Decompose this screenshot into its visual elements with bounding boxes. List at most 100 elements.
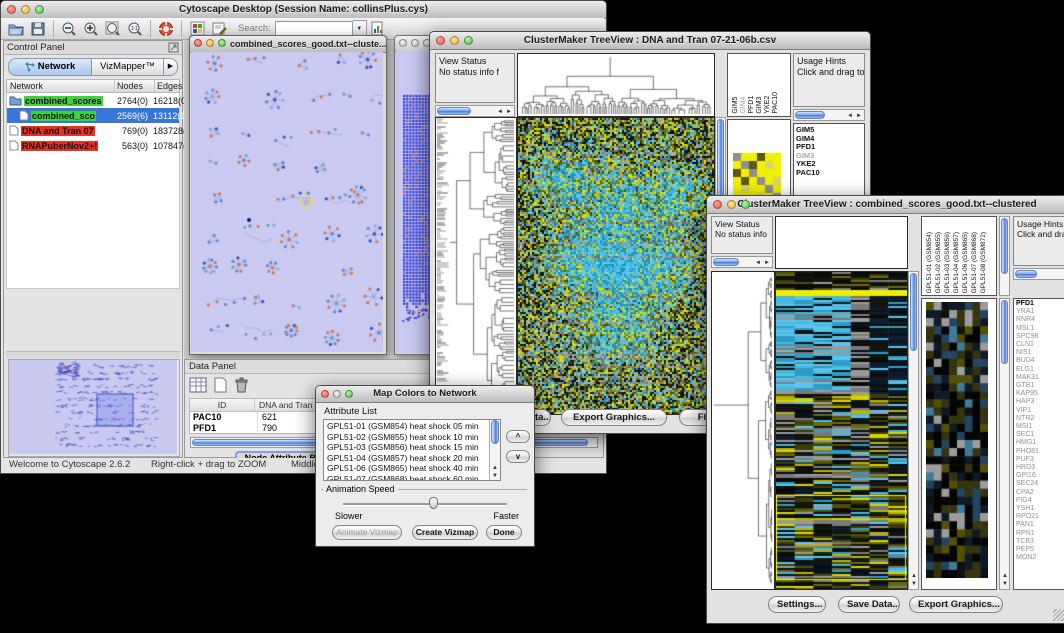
network-overview-canvas[interactable] — [9, 360, 177, 454]
gene-label[interactable]: MON2 — [1016, 554, 1064, 562]
correlation-matrix-canvas[interactable] — [733, 153, 781, 201]
gene-label[interactable]: GTB1 — [1016, 382, 1064, 390]
row-dendrogram-canvas[interactable] — [436, 118, 516, 414]
usage-hints-hscrollbar[interactable]: ◄ ► — [793, 109, 865, 121]
close-icon[interactable] — [321, 390, 329, 398]
gene-label[interactable]: ELG1 — [1016, 366, 1064, 374]
network-window-1-titlebar[interactable]: combined_scores_good.txt--cluste... — [190, 36, 386, 53]
minimize-icon[interactable] — [450, 36, 459, 45]
heatmap-column-label[interactable]: GPL51-04 (GSM857) — [952, 232, 961, 293]
column-header-nodes[interactable]: Nodes — [115, 80, 155, 92]
done-button[interactable]: Done — [486, 525, 522, 540]
zoom-window-icon[interactable] — [345, 390, 353, 398]
gene-label[interactable]: SEC1 — [1016, 431, 1064, 439]
row-dendrogram[interactable] — [711, 271, 775, 590]
close-icon[interactable] — [399, 39, 407, 47]
gene-label[interactable]: KAP95 — [1016, 390, 1064, 398]
open-file-icon[interactable] — [5, 19, 27, 39]
export-graphics-button[interactable]: Export Graphics... — [561, 409, 667, 426]
column-header-network[interactable]: Network — [7, 80, 115, 92]
gene-label[interactable]: HAP3 — [1016, 398, 1064, 406]
gene-label[interactable]: MAK31 — [1016, 374, 1064, 382]
scrollbar-thumb[interactable] — [1001, 218, 1008, 274]
close-icon[interactable] — [7, 5, 16, 14]
gene-label[interactable]: MSL1 — [1016, 325, 1064, 333]
zoom-heatmap-vscrollbar[interactable]: ▲ ▼ — [999, 298, 1010, 590]
network-overview[interactable] — [8, 359, 180, 457]
scroll-down-icon[interactable]: ▼ — [1002, 580, 1008, 588]
scroll-up-icon[interactable]: ▲ — [492, 464, 498, 472]
gene-label[interactable]: PFD1 — [1016, 300, 1064, 308]
attribute-list[interactable]: GPL51-01 (GSM854) heat shock 05 minGPL51… — [323, 419, 501, 481]
scroll-left-icon[interactable]: ◄ — [755, 259, 761, 267]
heatmap-canvas[interactable] — [518, 118, 714, 414]
gene-label[interactable]: CPA2 — [1016, 489, 1064, 497]
move-down-button[interactable]: v — [506, 450, 530, 463]
zoom-window-icon[interactable] — [741, 200, 750, 209]
matrix-row-label[interactable]: PAC10 — [796, 169, 864, 178]
panel-splitter[interactable] — [6, 351, 180, 358]
gene-label[interactable]: MSI1 — [1016, 423, 1064, 431]
heatmap-column-label[interactable]: GPL51-02 (GSM855) — [934, 232, 943, 293]
help-lifesaver-icon[interactable] — [155, 19, 177, 39]
scroll-up-icon[interactable]: ▲ — [911, 572, 917, 580]
zoom-window-icon[interactable] — [464, 36, 473, 45]
heatmap-column-label[interactable]: GPL51-03 (GSM856) — [943, 232, 952, 293]
heatmap-column-label[interactable]: GPL51-07 (GSM868) — [970, 232, 979, 293]
scrollbar-thumb[interactable] — [1015, 270, 1037, 278]
move-up-button[interactable]: ^ — [506, 430, 530, 443]
dialog-titlebar[interactable]: Map Colors to Network — [316, 386, 534, 403]
attribute-table-icon[interactable] — [189, 377, 207, 398]
resize-grip[interactable] — [1053, 609, 1064, 621]
zoom-window-icon[interactable] — [35, 5, 44, 14]
table-row-selected[interactable]: combined_sco 2569(6) 13112(15) — [7, 108, 179, 123]
scrollbar-thumb[interactable] — [491, 420, 499, 444]
treeview1-titlebar[interactable]: ClusterMaker TreeView : DNA and Tran 07-… — [430, 32, 870, 50]
column-header-id[interactable]: ID — [190, 399, 255, 411]
gene-label[interactable]: YRA1 — [1016, 308, 1064, 316]
column-dendrogram-canvas[interactable] — [518, 54, 714, 116]
table-row[interactable]: combined_scores 2764(0) 16218(0) — [7, 93, 179, 108]
network-view-canvas[interactable] — [191, 52, 383, 352]
zoom-fit-icon[interactable]: 1:1 — [124, 19, 146, 39]
gene-label[interactable]: HMG1 — [1016, 439, 1064, 447]
table-row[interactable]: DNA and Tran 07 769(0) 183728(0) — [7, 123, 179, 138]
column-dendrogram[interactable] — [517, 53, 715, 117]
heatmap-column-label[interactable]: GPL51-06 (GSM865) — [961, 232, 970, 293]
minimize-icon[interactable] — [21, 5, 30, 14]
gene-label[interactable]: YSH1 — [1016, 505, 1064, 513]
speed-slider-track[interactable] — [343, 503, 507, 506]
tab-overflow-button[interactable]: ▶ — [164, 58, 178, 76]
gene-label[interactable]: CLN1 — [1016, 341, 1064, 349]
tab-vizmapper[interactable]: VizMapper™ — [92, 58, 164, 76]
heatmap-vscrollbar[interactable]: ▲ ▼ — [908, 271, 919, 590]
heatmap-canvas[interactable] — [776, 272, 907, 589]
column-header-edges[interactable]: Edges — [155, 80, 183, 92]
gene-label[interactable]: TCB3 — [1016, 538, 1064, 546]
scroll-right-icon[interactable]: ► — [856, 112, 862, 120]
attribute-list-item[interactable]: GPL51-04 (GSM857) heat shock 20 min — [327, 453, 500, 464]
gene-label[interactable]: SEC24 — [1016, 480, 1064, 488]
scroll-up-icon[interactable]: ▲ — [1002, 572, 1008, 580]
gene-label[interactable]: RNR4 — [1016, 316, 1064, 324]
animate-vizmap-button[interactable]: Animate Vizmap — [332, 525, 402, 540]
table-row[interactable]: RNAPuberNov2+! 563(0) 107847(0) — [7, 138, 179, 153]
save-icon[interactable] — [27, 19, 49, 39]
gene-label[interactable]: PUF3 — [1016, 456, 1064, 464]
gene-label[interactable]: GPI16 — [1016, 472, 1064, 480]
scrollbar-thumb[interactable] — [795, 111, 825, 119]
tab-network[interactable]: Network — [8, 58, 92, 76]
gene-label[interactable]: VIP1 — [1016, 407, 1064, 415]
zoom-heatmap-canvas[interactable] — [926, 302, 988, 578]
scroll-left-icon[interactable]: ◄ — [497, 108, 503, 116]
close-icon[interactable] — [194, 39, 202, 47]
treeview2-titlebar[interactable]: ClusterMaker TreeView : combined_scores_… — [707, 196, 1064, 214]
scrollbar-thumb[interactable] — [1001, 300, 1008, 364]
heatmap-view[interactable] — [517, 117, 715, 415]
gene-label[interactable]: PEP5 — [1016, 546, 1064, 554]
heatmap-column-label[interactable]: GPL51-01 (GSM854) — [925, 232, 934, 293]
zoom-selected-icon[interactable] — [102, 19, 124, 39]
gene-label[interactable]: NTR2 — [1016, 415, 1064, 423]
search-input[interactable] — [275, 21, 353, 36]
float-panel-icon[interactable] — [168, 42, 179, 58]
